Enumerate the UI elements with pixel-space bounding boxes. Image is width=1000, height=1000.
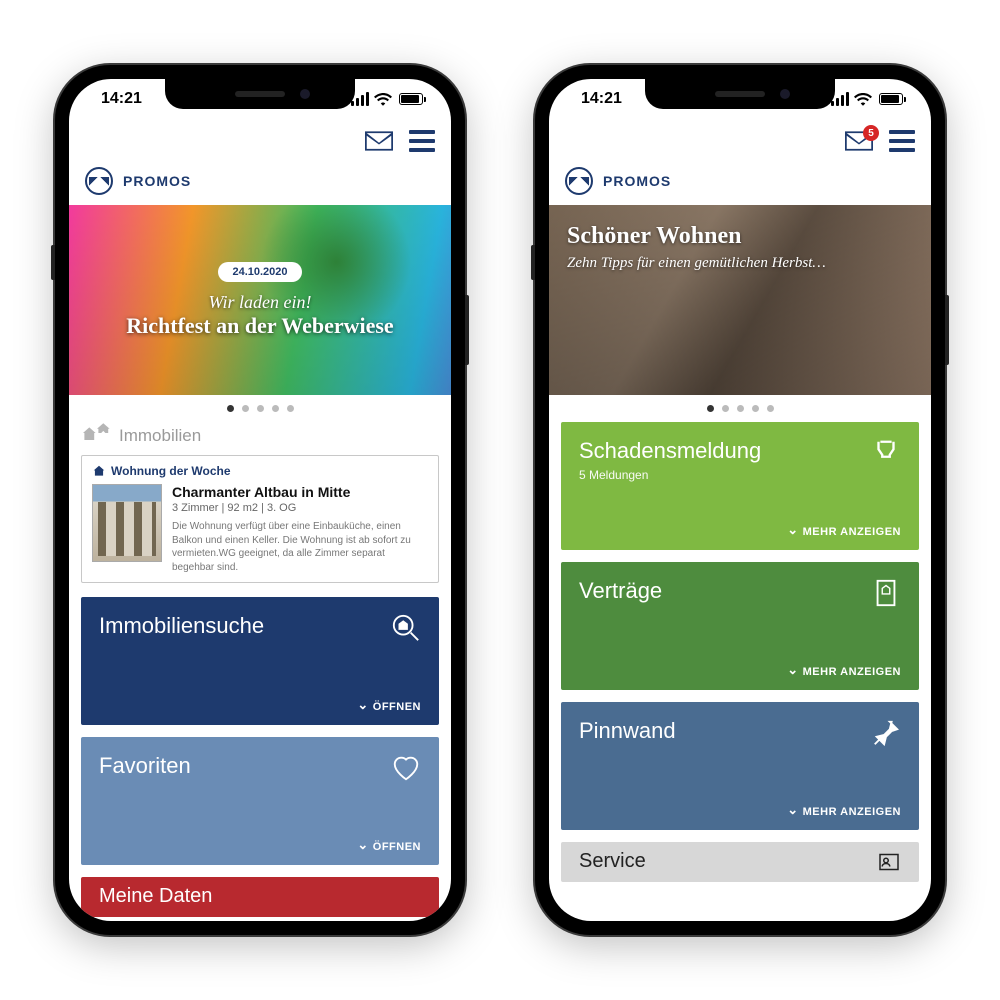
content-scroll[interactable]: 24.10.2020 Wir laden ein! Richtfest an d… <box>69 205 451 921</box>
tile-action[interactable]: MEHR ANZEIGEN <box>787 806 901 818</box>
document-icon <box>871 578 901 608</box>
hero-banner[interactable]: Schöner Wohnen Zehn Tipps für einen gemü… <box>549 205 931 395</box>
tile-favoriten[interactable]: Favoriten ÖFFNEN <box>81 737 439 865</box>
mail-icon[interactable] <box>365 131 393 151</box>
phone-mockup-right: 14:21 5 PROMOS Schöner Wohnen Zehn Tipps… <box>535 65 945 935</box>
battery-icon <box>399 93 423 105</box>
contact-card-icon <box>877 850 901 874</box>
mail-icon[interactable]: 5 <box>845 131 873 151</box>
hero-subtitle: Wir laden ein! <box>87 292 433 313</box>
tile-title: Meine Daten <box>99 885 212 908</box>
screen: 14:21 PROMOS 24.10.2020 Wir laden ein! R… <box>69 79 451 921</box>
listing-description: Die Wohnung verfügt über eine Einbauküch… <box>172 520 428 574</box>
hero-title: Richtfest an der Weberwiese <box>87 313 433 339</box>
menu-icon[interactable] <box>889 130 915 152</box>
top-bar <box>69 119 451 163</box>
tile-action[interactable]: MEHR ANZEIGEN <box>787 666 901 678</box>
search-home-icon <box>391 613 421 643</box>
listing-meta: 3 Zimmer | 92 m2 | 3. OG <box>172 502 428 514</box>
tile-meine-daten[interactable]: Meine Daten <box>81 877 439 917</box>
brand-header: PROMOS <box>549 163 931 205</box>
status-time: 14:21 <box>101 90 142 108</box>
top-bar: 5 <box>549 119 931 163</box>
tile-title: Immobiliensuche <box>99 613 264 639</box>
listing-thumbnail <box>92 484 162 562</box>
tile-action[interactable]: ÖFFNEN <box>357 841 421 853</box>
tile-title: Schadensmeldung <box>579 438 761 464</box>
brand-header: PROMOS <box>69 163 451 205</box>
screen: 14:21 5 PROMOS Schöner Wohnen Zehn Tipps… <box>549 79 931 921</box>
menu-icon[interactable] <box>409 130 435 152</box>
notch <box>645 79 835 109</box>
listing-badge: Wohnung der Woche <box>92 464 428 478</box>
tile-action[interactable]: ÖFFNEN <box>357 701 421 713</box>
brand-name: PROMOS <box>123 173 191 189</box>
hero-banner[interactable]: 24.10.2020 Wir laden ein! Richtfest an d… <box>69 205 451 395</box>
tile-service[interactable]: Service <box>561 842 919 882</box>
carousel-pager[interactable] <box>69 395 451 422</box>
status-time: 14:21 <box>581 90 622 108</box>
tile-pinnwand[interactable]: Pinnwand MEHR ANZEIGEN <box>561 702 919 830</box>
status-indicators <box>831 92 903 106</box>
hero-date-badge: 24.10.2020 <box>218 262 301 282</box>
tile-title: Verträge <box>579 578 662 604</box>
brand-name: PROMOS <box>603 173 671 189</box>
phone-mockup-left: 14:21 PROMOS 24.10.2020 Wir laden ein! R… <box>55 65 465 935</box>
section-label: Immobilien <box>119 426 201 446</box>
hero-subtitle: Zehn Tipps für einen gemütlichen Herbst… <box>567 254 913 274</box>
section-header-immobilien: Immobilien <box>69 422 451 455</box>
content-scroll[interactable]: Schöner Wohnen Zehn Tipps für einen gemü… <box>549 205 931 921</box>
mail-badge: 5 <box>863 125 879 141</box>
brand-logo-icon <box>85 167 113 195</box>
listing-card[interactable]: Wohnung der Woche Charmanter Altbau in M… <box>81 455 439 583</box>
battery-icon <box>879 93 903 105</box>
carousel-pager[interactable] <box>549 395 931 422</box>
listing-title: Charmanter Altbau in Mitte <box>172 484 428 500</box>
wifi-icon <box>374 92 392 106</box>
tile-vertraege[interactable]: Verträge MEHR ANZEIGEN <box>561 562 919 690</box>
hero-title: Schöner Wohnen <box>567 223 913 250</box>
tile-title: Pinnwand <box>579 718 676 744</box>
tile-immobiliensuche[interactable]: Immobiliensuche ÖFFNEN <box>81 597 439 725</box>
tile-schadensmeldung[interactable]: Schadensmeldung 5 Meldungen MEHR ANZEIGE… <box>561 422 919 550</box>
pin-icon <box>871 718 901 748</box>
heart-icon <box>391 753 421 783</box>
tile-title: Service <box>579 850 646 873</box>
notch <box>165 79 355 109</box>
brand-logo-icon <box>565 167 593 195</box>
houses-icon <box>83 422 111 449</box>
tile-action[interactable]: MEHR ANZEIGEN <box>787 526 901 538</box>
tile-title: Favoriten <box>99 753 191 779</box>
wrench-icon <box>871 438 901 468</box>
wifi-icon <box>854 92 872 106</box>
status-indicators <box>351 92 423 106</box>
tile-subtitle: 5 Meldungen <box>579 468 761 482</box>
